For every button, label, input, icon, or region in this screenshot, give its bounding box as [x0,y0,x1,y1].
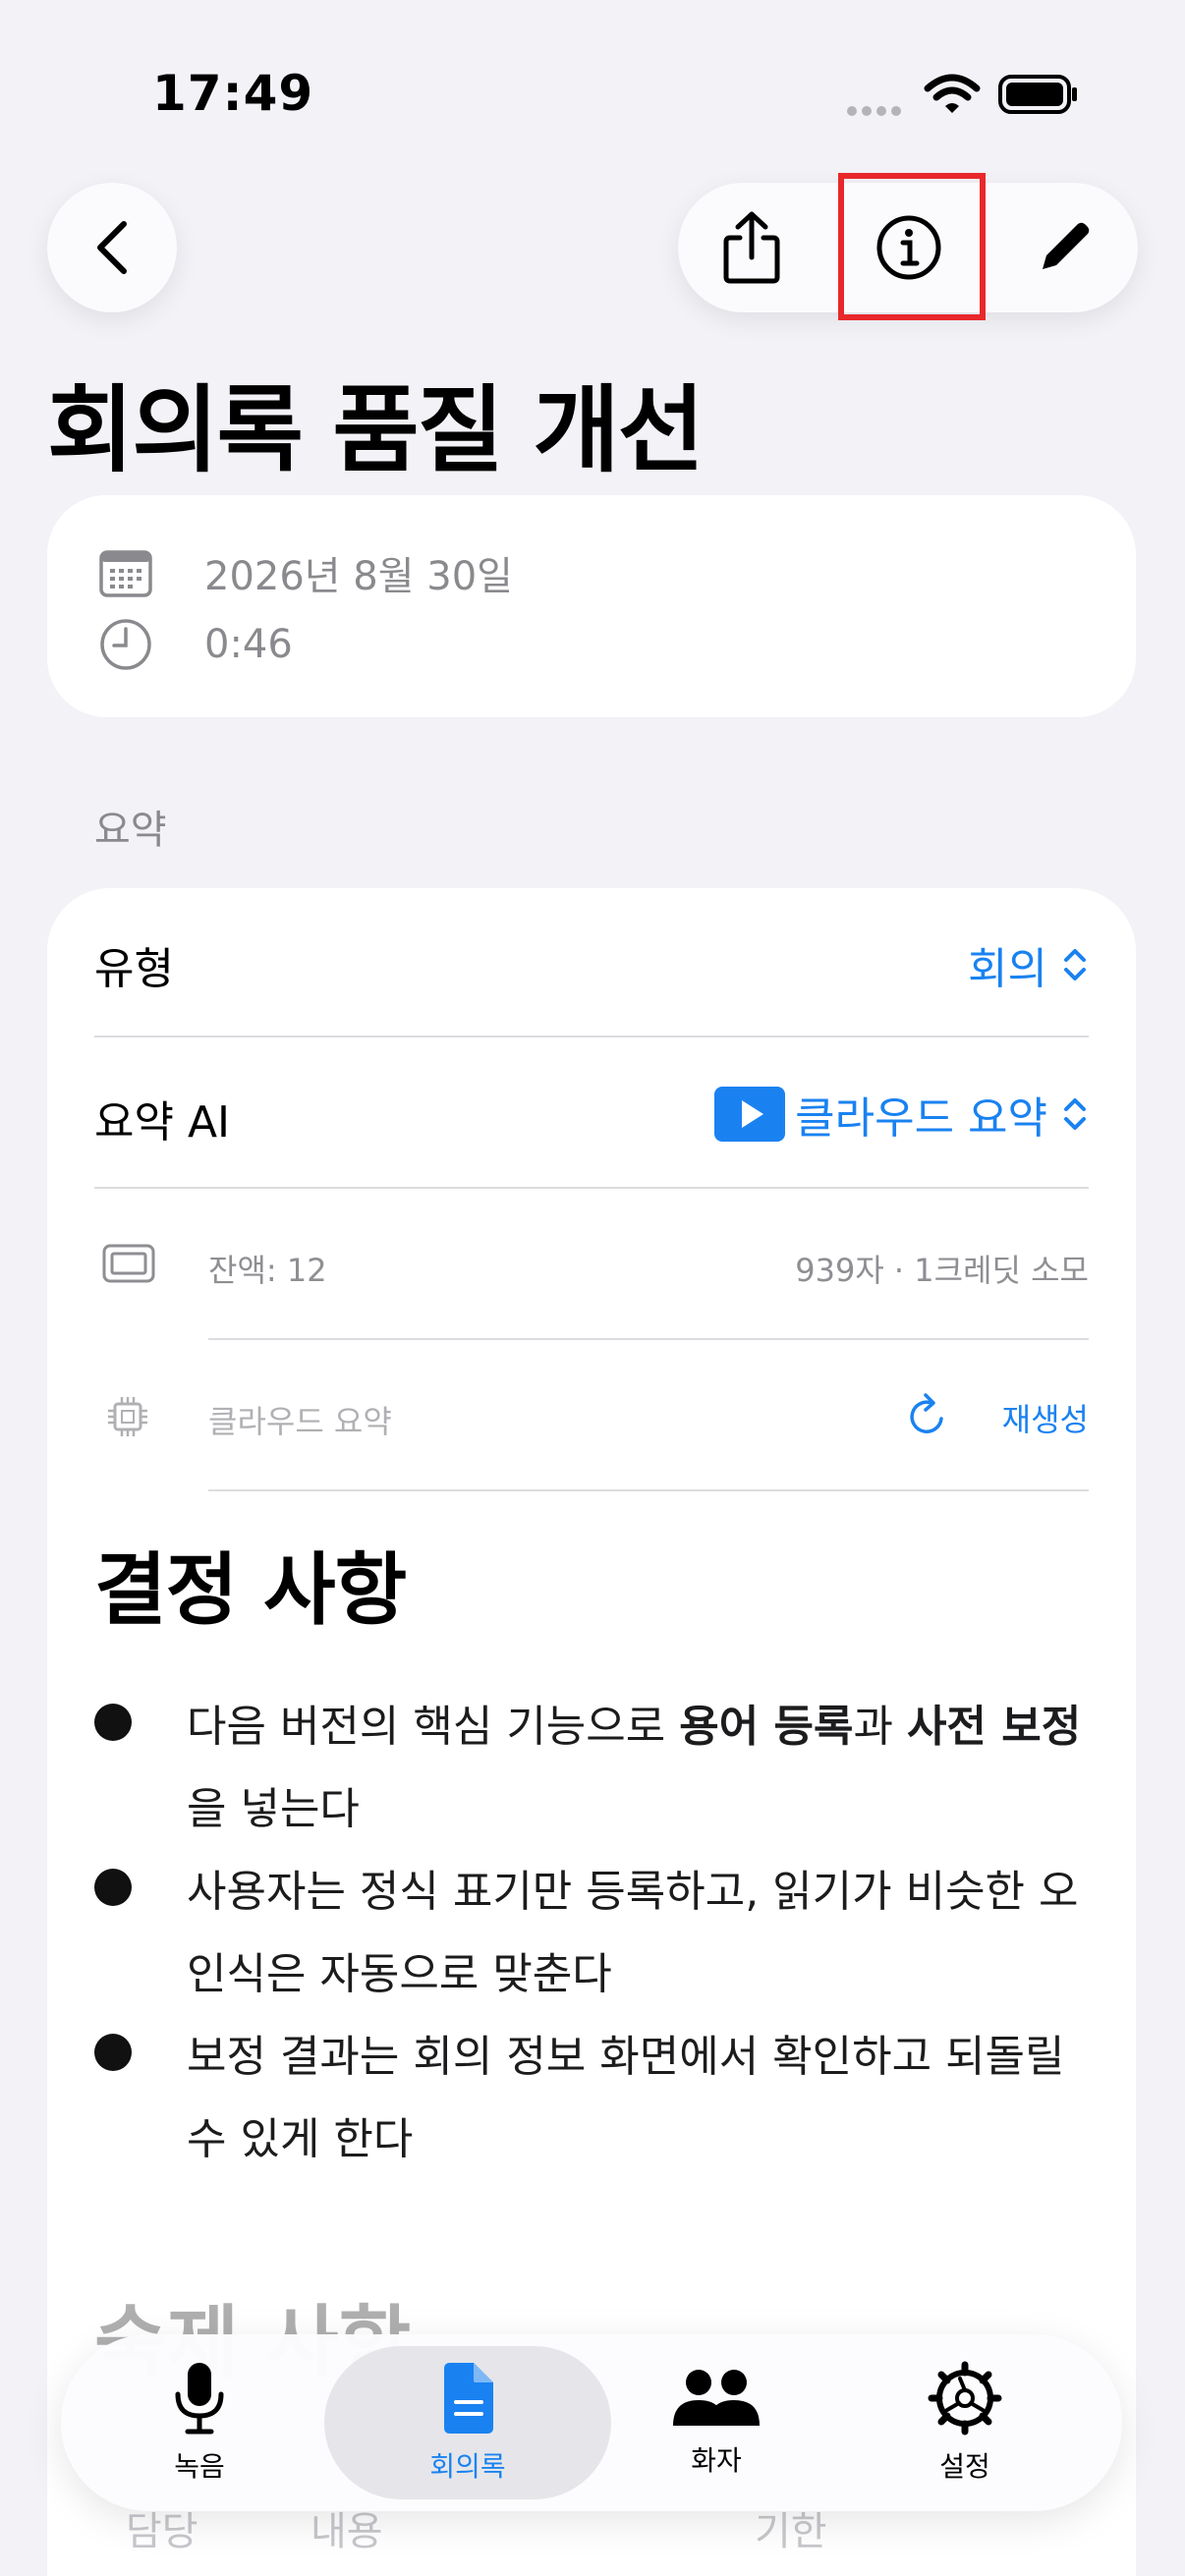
decision-item: 다음 버전의 핵심 기능으로 용어 등록과 사전 보정을 넣는다 [94,1686,1097,1851]
share-icon [723,211,780,284]
ai-label: 요약 AI [94,1097,231,1148]
decision-item: 사용자는 정식 표기만 등록하고, 읽기가 비슷한 오인식은 자동으로 맞춘다 [94,1851,1097,2016]
page-title: 회의록 품질 개선 [47,375,705,485]
usage-text: 939자 · 1크레딧 소모 [795,1252,1089,1289]
bullet-dot [94,2034,132,2071]
duration-row: 0:46 [98,617,293,672]
document-icon [444,2363,493,2434]
meeting-meta-card: 2026년 8월 30일 0:46 [47,495,1136,717]
mic-icon [175,2363,224,2435]
cpu-chip-icon [108,1397,147,1436]
info-button-highlight [838,173,986,320]
ai-value: 클라우드 요약 [795,1093,1047,1144]
signal-dots-icon [847,101,908,116]
tab-record[interactable]: 녹음 [75,2334,324,2511]
engine-placeholder: 클라우드 요약 [208,1403,392,1440]
pencil-icon [1043,222,1090,269]
wifi-icon [924,73,981,120]
chevron-left-icon [97,221,127,274]
back-button[interactable] [47,183,177,312]
meeting-duration: 0:46 [204,622,293,667]
battery-icon [998,73,1079,120]
tab-settings[interactable]: 설정 [840,2334,1090,2511]
decisions-heading: 결정 사항 [94,1544,407,1636]
chevron-updown-icon [1064,949,1086,980]
people-icon [673,2370,760,2426]
calendar-icon [99,550,152,597]
tab-bar: 녹음 회의록 화자 설정 [61,2334,1122,2511]
summary-card: 유형 회의 요약 AI 클라우드 요약 잔액: 12 939자 · 1크레딧 소… [47,888,1136,2576]
ai-picker[interactable]: 클라우드 요약 [714,1083,1089,1146]
gear-icon [928,2361,1002,2436]
meeting-date: 2026년 8월 30일 [204,554,513,599]
share-button[interactable] [678,183,825,312]
edit-button[interactable] [990,183,1138,312]
bullet-dot [94,1869,132,1906]
balance-text: 잔액: 12 [208,1252,327,1289]
decision-item: 보정 결과는 회의 정보 화면에서 확인하고 되돌릴 수 있게 한다 [94,2016,1097,2181]
type-value: 회의 [968,944,1047,994]
tab-minutes[interactable]: 회의록 [343,2334,592,2511]
ticket-icon [102,1244,155,1283]
type-label: 유형 [94,944,174,994]
bullet-dot [94,1704,132,1741]
type-picker[interactable]: 회의 [968,933,1089,996]
play-icon [714,1087,786,1142]
status-time: 17:49 [152,65,314,122]
chevron-updown-icon [1064,1098,1086,1130]
tab-speakers[interactable]: 화자 [592,2334,841,2511]
summary-section-label: 요약 [94,808,167,853]
clock-icon [100,619,151,670]
date-row: 2026년 8월 30일 [98,544,513,601]
refresh-icon[interactable] [906,1391,949,1438]
regenerate-button[interactable]: 재생성 [1002,1395,1089,1440]
